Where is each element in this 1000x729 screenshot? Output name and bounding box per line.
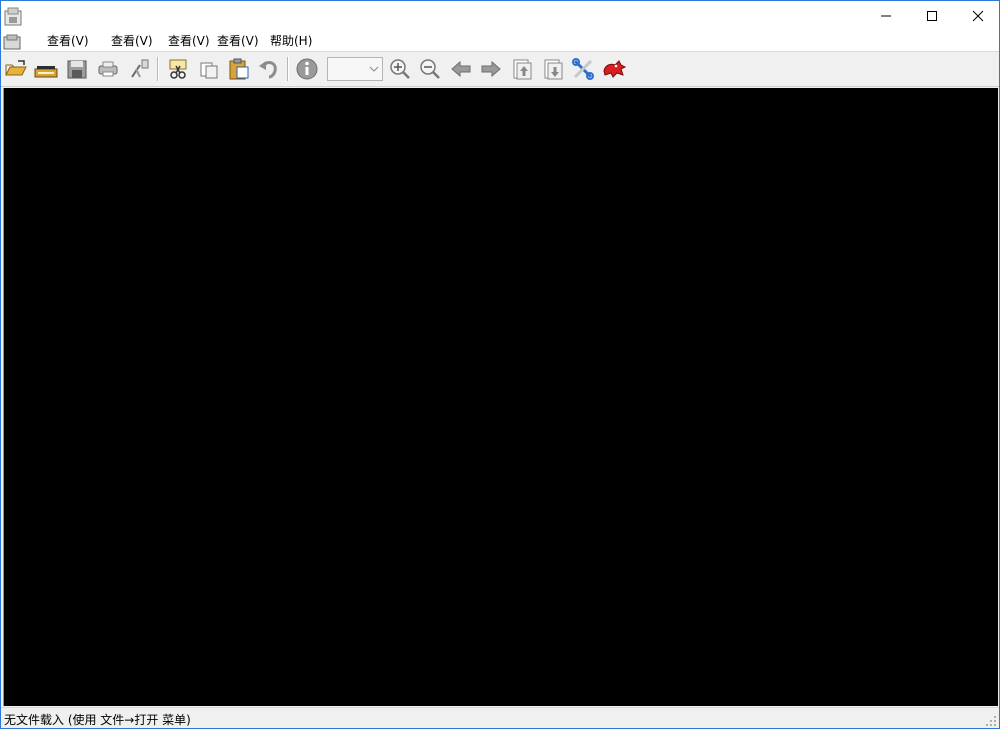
open-button[interactable] (3, 55, 31, 83)
menu-bar: 查看(V) 查看(V) 查看(V) 查看(V) 帮助(H) (1, 31, 999, 51)
tools-button[interactable] (125, 55, 153, 83)
zoom-in-button[interactable] (386, 55, 414, 83)
paste-button[interactable] (225, 55, 253, 83)
menu-view-4[interactable]: 查看(V) (215, 33, 261, 50)
minimize-button[interactable] (863, 1, 909, 31)
copy-button[interactable] (195, 55, 223, 83)
menu-help[interactable]: 帮助(H) (268, 33, 314, 50)
title-bar[interactable] (1, 1, 999, 31)
page-down-button[interactable] (539, 55, 567, 83)
menu-view-3[interactable]: 查看(V) (166, 33, 212, 50)
menu-view-1[interactable]: 查看(V) (45, 33, 91, 50)
app-icon (3, 5, 25, 27)
toolbar-separator (287, 57, 289, 81)
paste-icon (229, 58, 249, 80)
image-canvas[interactable] (3, 88, 998, 706)
resize-grip-icon[interactable] (985, 715, 997, 727)
page-down-icon (544, 59, 563, 80)
settings-icon (572, 58, 594, 80)
zoom-in-icon (390, 59, 410, 79)
close-icon (972, 10, 984, 22)
cut-button[interactable] (164, 55, 192, 83)
page-up-button[interactable] (508, 55, 536, 83)
menu-view-2[interactable]: 查看(V) (109, 33, 155, 50)
forward-icon (481, 60, 501, 78)
chevron-down-icon (369, 66, 379, 72)
cut-icon (169, 59, 187, 79)
forward-button[interactable] (477, 55, 505, 83)
status-text: 无文件载入 (使用 文件→打开 菜单) (4, 713, 191, 727)
minimize-icon (881, 15, 891, 17)
copy-icon (200, 62, 218, 79)
scan-button[interactable] (32, 55, 60, 83)
maximize-icon (927, 11, 937, 21)
print-button[interactable] (94, 55, 122, 83)
close-button[interactable] (955, 1, 1000, 31)
undo-button[interactable] (255, 55, 283, 83)
info-icon (296, 58, 318, 80)
undo-icon (259, 61, 277, 79)
toolbar (1, 51, 999, 87)
maximize-button[interactable] (909, 1, 955, 31)
save-icon (67, 60, 87, 79)
app-window: 查看(V) 查看(V) 查看(V) 查看(V) 帮助(H) 无文件载入 (使用 … (0, 0, 1000, 729)
menu-app-icon (3, 34, 23, 50)
scan-icon (34, 66, 58, 78)
status-bar: 无文件载入 (使用 文件→打开 菜单) (1, 707, 999, 728)
settings-button[interactable] (569, 55, 597, 83)
exit-icon (603, 60, 627, 78)
back-button[interactable] (447, 55, 475, 83)
info-button[interactable] (293, 55, 321, 83)
tools-icon (131, 59, 149, 78)
zoom-out-button[interactable] (416, 55, 444, 83)
print-icon (98, 61, 118, 77)
zoom-select[interactable] (327, 57, 383, 81)
exit-button[interactable] (600, 55, 628, 83)
toolbar-separator (157, 57, 159, 81)
save-button[interactable] (63, 55, 91, 83)
open-icon (5, 60, 27, 76)
back-icon (451, 60, 471, 78)
zoom-out-icon (420, 59, 440, 79)
page-up-icon (513, 59, 532, 80)
